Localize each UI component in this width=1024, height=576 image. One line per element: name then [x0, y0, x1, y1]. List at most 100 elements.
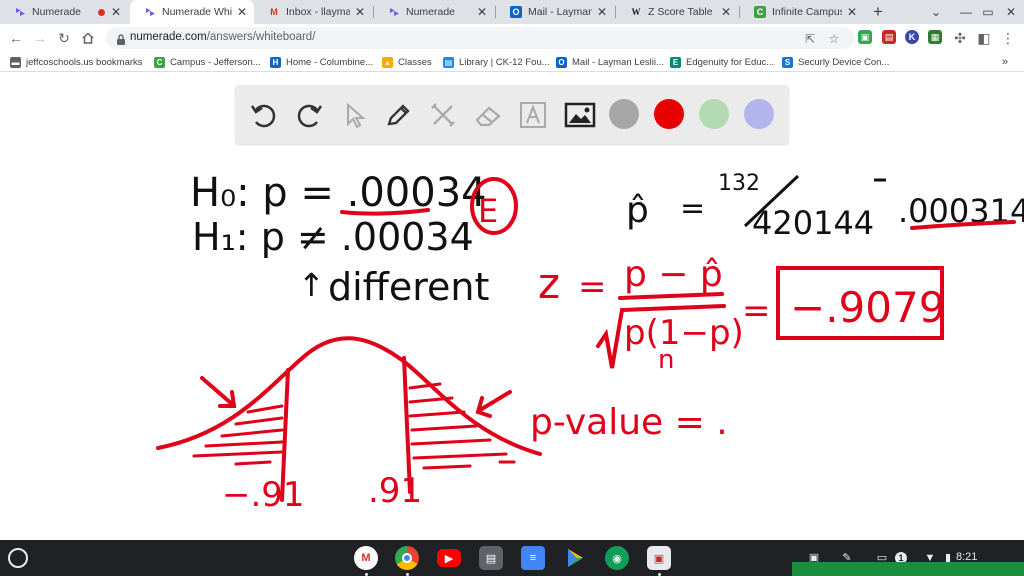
bookmark-item[interactable]: ▤ Library | CK-12 Fou...	[443, 55, 550, 69]
tab-label: Numerade	[32, 6, 82, 18]
z-denominator-top: p(1−p)	[624, 313, 744, 353]
redo-button[interactable]	[292, 98, 326, 132]
chevron-down-icon[interactable]: ⌄	[926, 2, 946, 22]
bookmark-label: Edgenuity for Educ...	[686, 56, 775, 68]
side-panel-icon[interactable]: ◧	[974, 28, 994, 48]
answer-letter: E	[478, 192, 498, 230]
new-tab-button[interactable]: +	[868, 2, 888, 22]
extension-icon[interactable]: ▣	[858, 30, 872, 44]
back-button[interactable]: ←	[6, 28, 26, 48]
classroom-icon[interactable]: ◉	[605, 546, 629, 570]
z-numerator: p − p̂	[624, 254, 723, 295]
different-note: different	[328, 265, 489, 309]
bookmark-item[interactable]: ▴ Classes	[382, 55, 432, 69]
image-tool[interactable]	[563, 98, 597, 132]
bookmark-item[interactable]: O Mail - Layman Leslii...	[556, 55, 664, 69]
close-window-button[interactable]: ✕	[1001, 2, 1021, 22]
reload-button[interactable]: ↻	[54, 28, 74, 48]
color-swatch-lavender[interactable]	[744, 99, 774, 129]
campus-icon: C	[754, 6, 766, 18]
grammar-extension-icon[interactable]: ▦	[928, 30, 942, 44]
forward-button[interactable]: →	[30, 28, 50, 48]
color-swatch-green[interactable]	[699, 99, 729, 129]
browser-toolbar: ← → ↻ numerade.com/answers/whiteboard/ ⇱…	[0, 24, 1024, 52]
alternative-hypothesis: H₁: p ≠ .00034	[192, 215, 474, 259]
url-path: /answers/whiteboard/	[206, 31, 316, 43]
bookmark-folder[interactable]: ▬ jeffcoschools.us bookmarks	[10, 55, 143, 69]
recording-icon	[97, 7, 106, 17]
redo-icon	[297, 104, 323, 128]
bookmark-label: Securly Device Con...	[798, 56, 890, 68]
launcher-button[interactable]	[8, 548, 28, 568]
outlook-icon: O	[556, 56, 567, 68]
maximize-button[interactable]: ▭	[978, 2, 998, 22]
minimize-button[interactable]: —	[956, 2, 976, 22]
outlook-icon: O	[510, 6, 522, 18]
extensions-puzzle-icon[interactable]: ✣	[950, 28, 970, 48]
pen-tool[interactable]	[381, 98, 415, 132]
undo-button[interactable]	[247, 98, 281, 132]
address-bar[interactable]: numerade.com/answers/whiteboard/ ⇱ ☆	[106, 27, 854, 49]
close-icon[interactable]: ✕	[476, 5, 488, 19]
more-bookmarks-button[interactable]: »	[1002, 55, 1008, 69]
bookmark-item[interactable]: C Campus - Jefferson...	[154, 55, 261, 69]
bookmarks-bar: ▬ jeffcoschools.us bookmarks C Campus - …	[0, 52, 1024, 72]
k-extension-icon[interactable]: K	[905, 30, 919, 44]
tab-numerade-whiteboard[interactable]: Numerade Whiteb ✕	[130, 0, 254, 24]
z-score-value: −.9079	[790, 283, 945, 332]
text-tool[interactable]	[516, 98, 550, 132]
null-hypothesis: H₀: p = .00034	[190, 170, 487, 216]
bookmark-item[interactable]: E Edgenuity for Educ...	[670, 55, 774, 69]
chrome-icon[interactable]	[395, 546, 419, 570]
color-swatch-red[interactable]	[654, 99, 684, 129]
tab-label: Numerade Whiteb	[162, 6, 232, 18]
menu-icon[interactable]: ⋮	[998, 28, 1018, 48]
image-icon	[564, 102, 596, 128]
eraser-tool[interactable]	[471, 98, 505, 132]
files-icon[interactable]: ≡	[521, 546, 545, 570]
close-icon[interactable]: ✕	[236, 5, 248, 19]
numerade-icon	[14, 6, 26, 18]
play-store-icon[interactable]	[563, 546, 587, 570]
whiteboard-canvas[interactable]: H₀: p = .00034 H₁: p ≠ .00034 ↑ differen…	[0, 72, 1024, 540]
ck12-icon: ▤	[443, 56, 454, 68]
close-icon[interactable]: ✕	[354, 5, 366, 19]
right-tail-label: .91	[368, 471, 422, 511]
close-icon[interactable]: ✕	[720, 5, 732, 19]
url-host: numerade.com	[130, 31, 207, 43]
select-tool[interactable]	[337, 98, 371, 132]
tab-inbox[interactable]: M Inbox - llayman@ ✕	[254, 0, 372, 24]
close-icon[interactable]: ✕	[596, 5, 608, 19]
tab-mail[interactable]: O Mail - Layman Les ✕	[496, 0, 614, 24]
tab-strip: Numerade ✕ Numerade Whiteb ✕ M Inbox - l…	[0, 0, 1024, 24]
tab-z-score-table[interactable]: W Z Score Table - Z ✕	[616, 0, 738, 24]
docs-icon[interactable]: ▤	[479, 546, 503, 570]
gmail-icon[interactable]: M	[354, 546, 378, 570]
tab-numerade[interactable]: Numerade ✕	[374, 0, 494, 24]
bell-curve	[156, 336, 542, 456]
equals-sign: =	[680, 191, 705, 226]
color-swatch-gray[interactable]	[609, 99, 639, 129]
folder-icon: ▬	[10, 56, 21, 68]
close-icon[interactable]: ✕	[110, 5, 122, 19]
z-denominator-bottom: n	[658, 345, 674, 375]
sample-size: 420144	[752, 204, 874, 242]
tools-button[interactable]	[426, 98, 460, 132]
tab-infinite-campus[interactable]: C Infinite Campus ✕	[740, 0, 864, 24]
bookmark-star-icon[interactable]: ☆	[826, 31, 842, 47]
equals-sign: =	[742, 291, 771, 331]
tab-numerade-recording[interactable]: Numerade ✕	[0, 0, 128, 24]
youtube-icon[interactable]: ▶	[437, 549, 461, 567]
close-icon[interactable]: ✕	[846, 5, 858, 19]
share-icon[interactable]: ⇱	[802, 31, 818, 47]
bookmark-item[interactable]: H Home - Columbine...	[270, 55, 373, 69]
lock-icon	[116, 32, 126, 45]
pointer-icon	[347, 102, 366, 129]
screencast-extension-icon[interactable]: ▤	[882, 30, 896, 44]
bookmark-item[interactable]: S Securly Device Con...	[782, 55, 889, 69]
right-tail-shading	[408, 382, 516, 470]
tools-icon	[431, 103, 455, 127]
screencast-icon[interactable]: ▣	[647, 546, 671, 570]
home-button[interactable]	[78, 28, 98, 48]
pencil-icon	[387, 104, 410, 126]
